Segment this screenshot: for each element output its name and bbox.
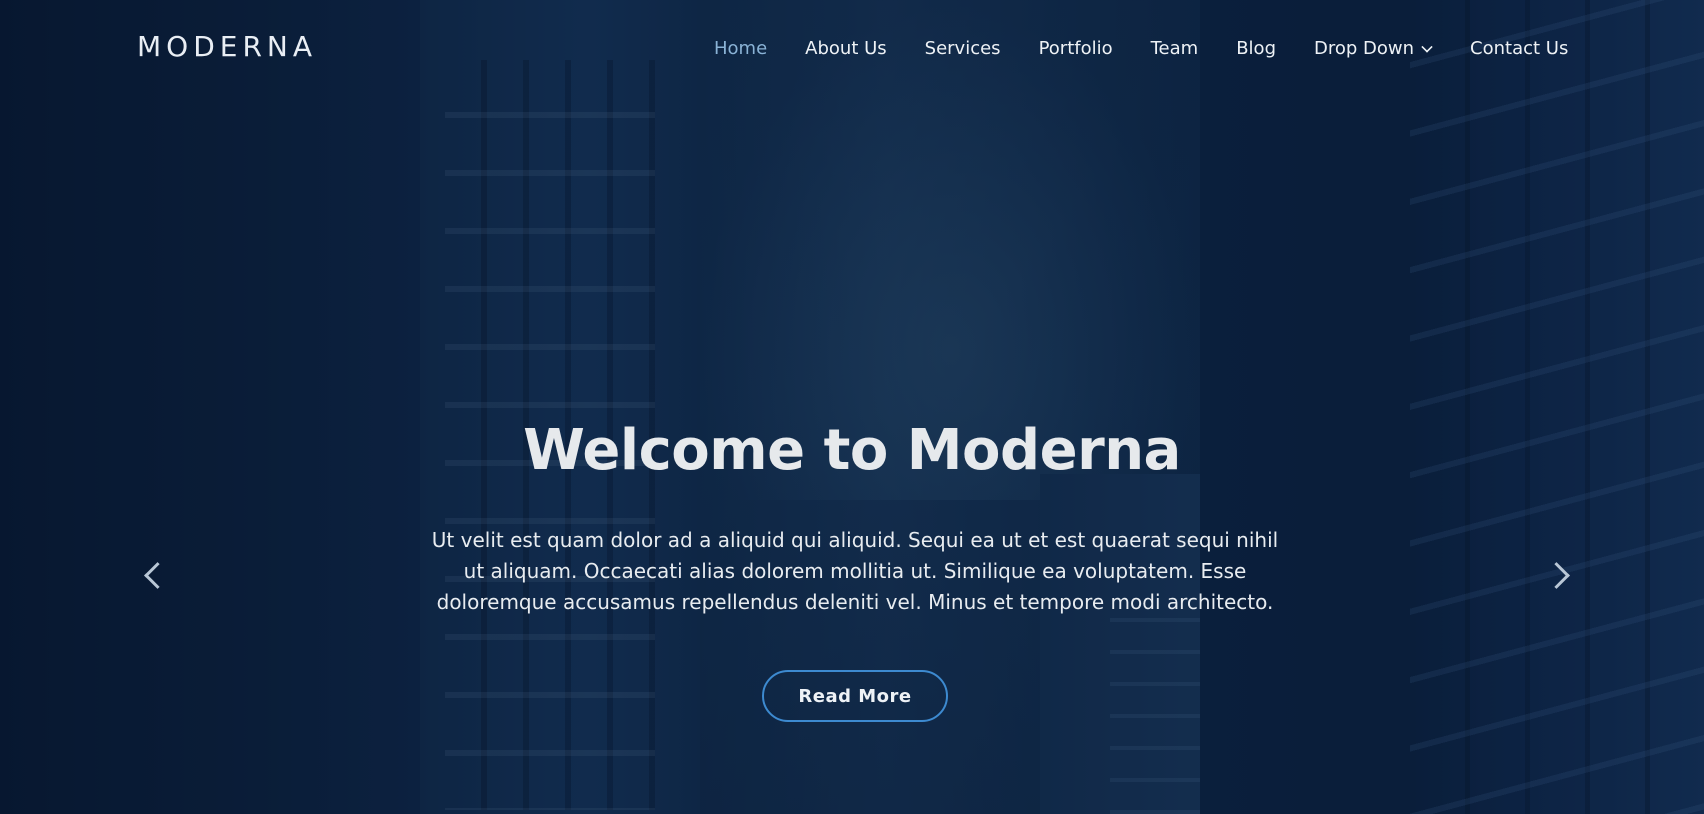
chevron-left-icon — [144, 562, 171, 589]
nav-item-home[interactable]: Home — [714, 38, 767, 59]
hero-title: Welcome to Moderna — [523, 418, 1181, 483]
carousel-next-button[interactable] — [1543, 560, 1575, 590]
nav-item-services[interactable]: Services — [925, 38, 1001, 59]
site-logo[interactable]: MODERNA — [137, 30, 317, 63]
nav-item-portfolio[interactable]: Portfolio — [1039, 38, 1113, 59]
nav-item-about-us[interactable]: About Us — [805, 38, 887, 59]
nav-item-blog[interactable]: Blog — [1236, 38, 1276, 59]
hero-section: MODERNA Home About Us Services Portfolio… — [0, 0, 1704, 814]
nav-item-contact-us[interactable]: Contact Us — [1470, 38, 1568, 59]
carousel-prev-button[interactable] — [140, 560, 171, 590]
nav-item-drop-down-label: Drop Down — [1314, 38, 1415, 59]
hero-description: Ut velit est quam dolor ad a aliquid qui… — [431, 528, 1279, 614]
chevron-down-icon — [1421, 40, 1433, 53]
nav-item-drop-down[interactable]: Drop Down — [1314, 38, 1433, 59]
chevron-right-icon — [1543, 562, 1570, 589]
read-more-button[interactable]: Read More — [762, 670, 948, 722]
main-nav: Home About Us Services Portfolio Team Bl… — [714, 38, 1568, 59]
site-header: MODERNA Home About Us Services Portfolio… — [0, 0, 1704, 100]
nav-item-team[interactable]: Team — [1151, 38, 1199, 59]
